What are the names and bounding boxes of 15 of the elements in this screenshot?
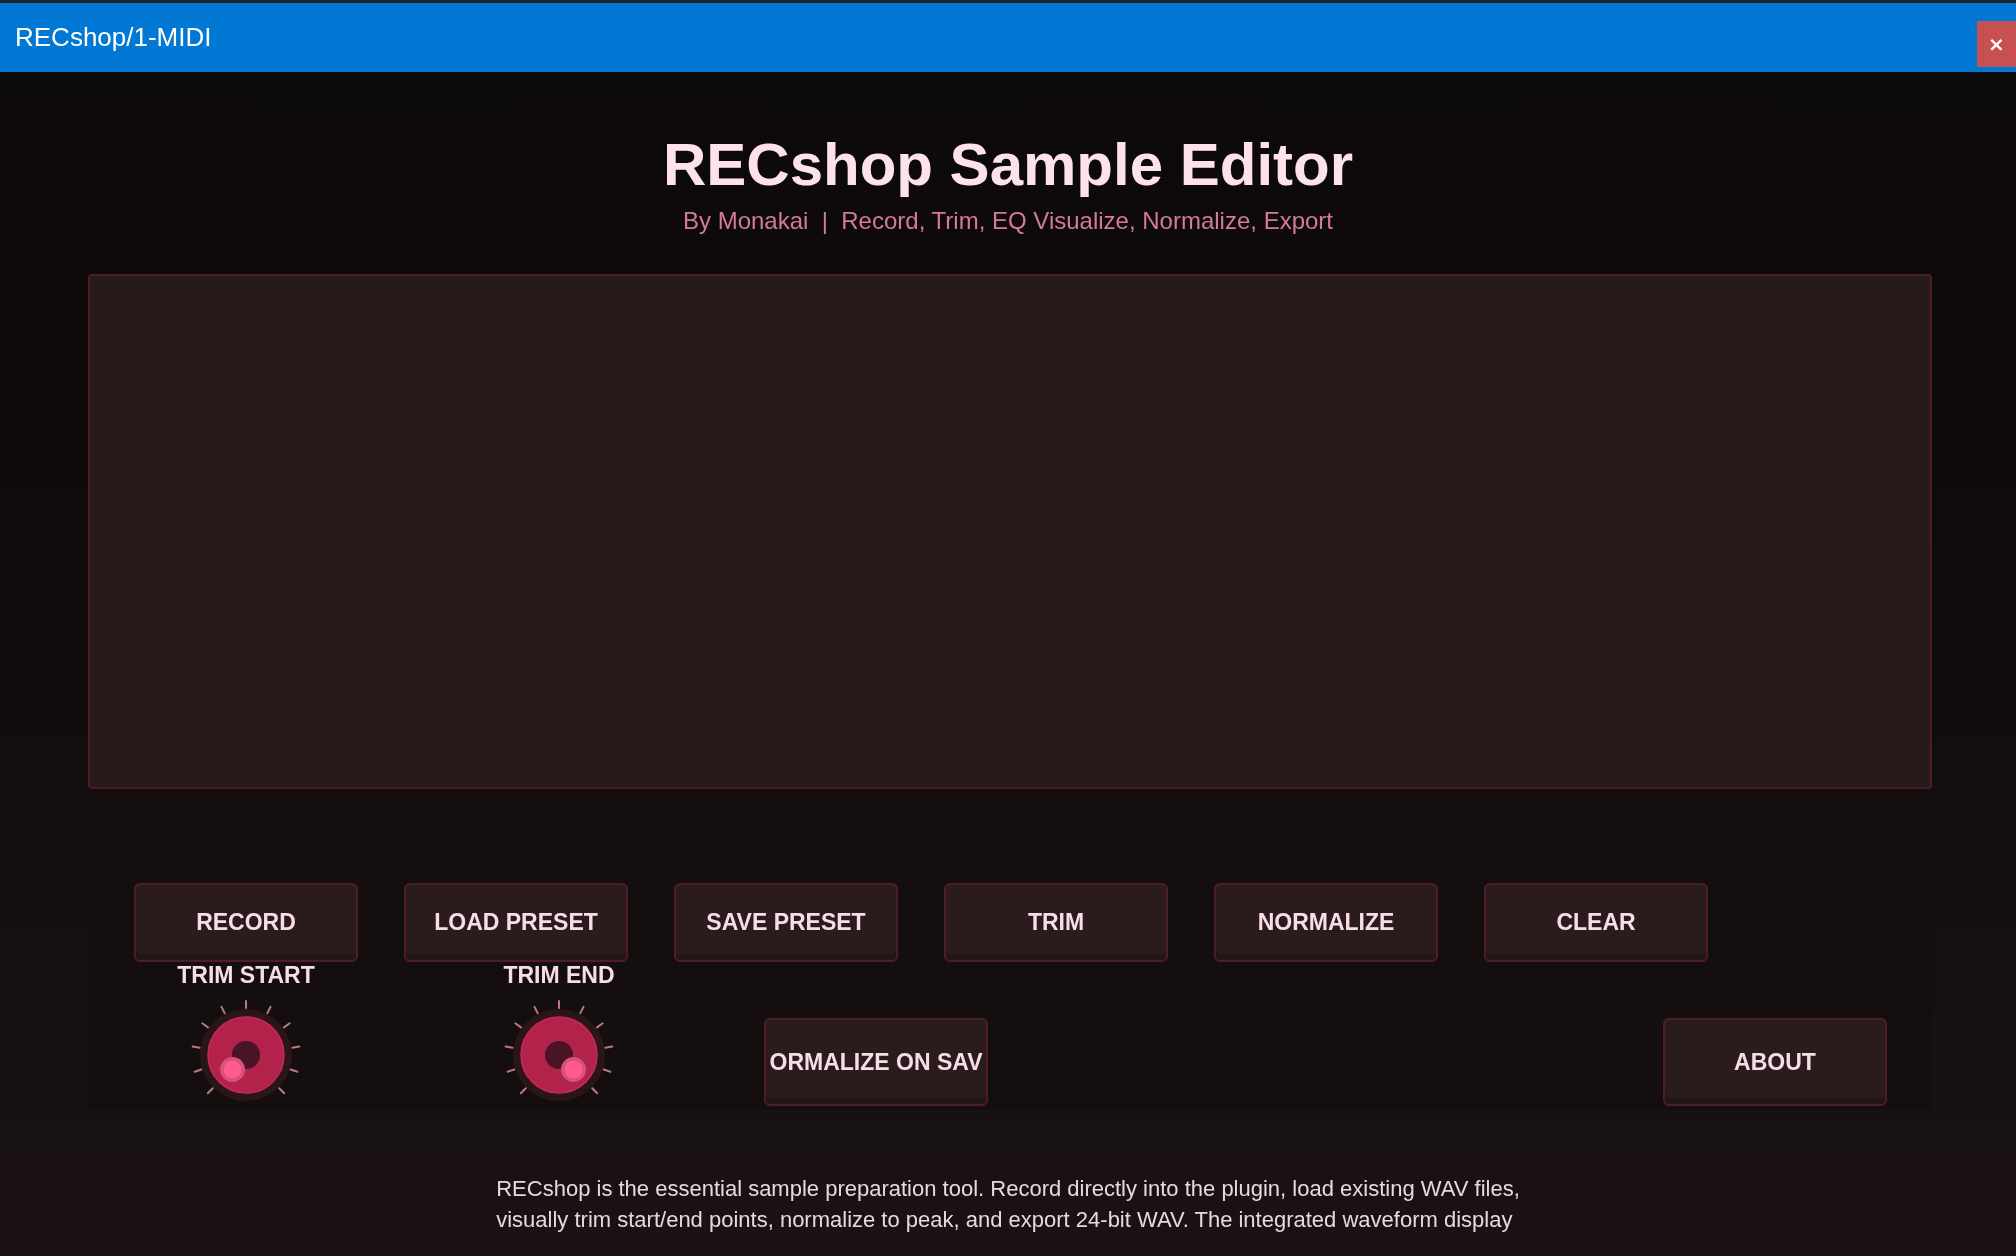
action-button[interactable]: CLEAR bbox=[1484, 883, 1708, 962]
action-button[interactable]: NORMALIZE bbox=[1214, 883, 1438, 962]
knob-label: TRIM START bbox=[177, 962, 315, 988]
action-button[interactable]: RECORD bbox=[134, 883, 358, 962]
action-button[interactable]: SAVE PRESET bbox=[674, 883, 898, 962]
knob-label: TRIM END bbox=[503, 962, 615, 988]
action-button[interactable]: TRIM bbox=[944, 883, 1168, 962]
app-subtitle: By Monakai | Record, Trim, EQ Visualize, Normalize, Export bbox=[683, 207, 1333, 235]
close-button[interactable]: × bbox=[1977, 21, 2016, 67]
app-title: RECshop Sample Editor bbox=[662, 130, 1354, 200]
action-button[interactable]: LOAD PRESET bbox=[404, 883, 628, 962]
action-button[interactable]: ABOUT bbox=[1663, 1018, 1887, 1106]
description-text: RECshop is the essential sample preparation tool. Record directly into the plugin, load existing WAV files, visually trim start/end points, normalize to peak, and export 24-bit WAV. The integrated waveform display bbox=[496, 1175, 1520, 1234]
window-title: RECshop/1-MIDI bbox=[14, 22, 213, 53]
action-button[interactable]: ORMALIZE ON SAV bbox=[764, 1018, 988, 1106]
